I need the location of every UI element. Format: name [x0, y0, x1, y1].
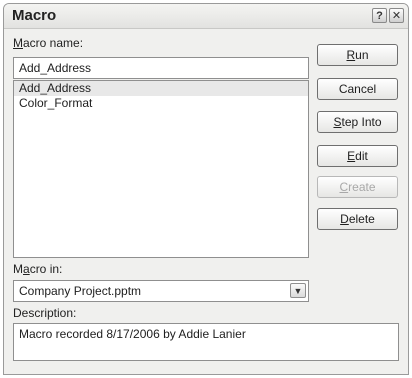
edit-button[interactable]: Edit: [317, 145, 398, 167]
cancel-button[interactable]: Cancel: [317, 78, 398, 100]
chevron-down-icon[interactable]: ▼: [290, 283, 306, 298]
help-icon: ?: [376, 10, 383, 22]
macro-name-input[interactable]: Add_Address: [13, 57, 309, 79]
macro-in-select[interactable]: Company Project.pptm ▼: [13, 280, 309, 302]
title-bar: Macro ? ✕: [4, 4, 408, 29]
step-into-button[interactable]: Step Into: [317, 111, 398, 133]
dialog-title: Macro: [12, 7, 57, 24]
close-icon: ✕: [391, 10, 402, 22]
close-button[interactable]: ✕: [389, 8, 404, 23]
create-button[interactable]: Create: [317, 176, 398, 198]
description-box: Macro recorded 8/17/2006 by Addie Lanier: [13, 323, 399, 361]
macro-dialog: Macro ? ✕ Macro name: Add_Address Add_Ad…: [3, 3, 409, 375]
macro-in-label: Macro in:: [13, 262, 63, 276]
macro-list-item[interactable]: Add_Address: [14, 81, 308, 96]
macro-list-item[interactable]: Color_Format: [14, 96, 308, 111]
macro-name-label: Macro name:: [13, 36, 84, 50]
macro-in-value: Company Project.pptm: [19, 284, 142, 298]
description-label: Description:: [13, 306, 77, 320]
help-button[interactable]: ?: [372, 8, 387, 23]
delete-button[interactable]: Delete: [317, 208, 398, 230]
macro-list[interactable]: Add_Address Color_Format: [13, 80, 309, 258]
run-button[interactable]: Run: [317, 44, 398, 66]
